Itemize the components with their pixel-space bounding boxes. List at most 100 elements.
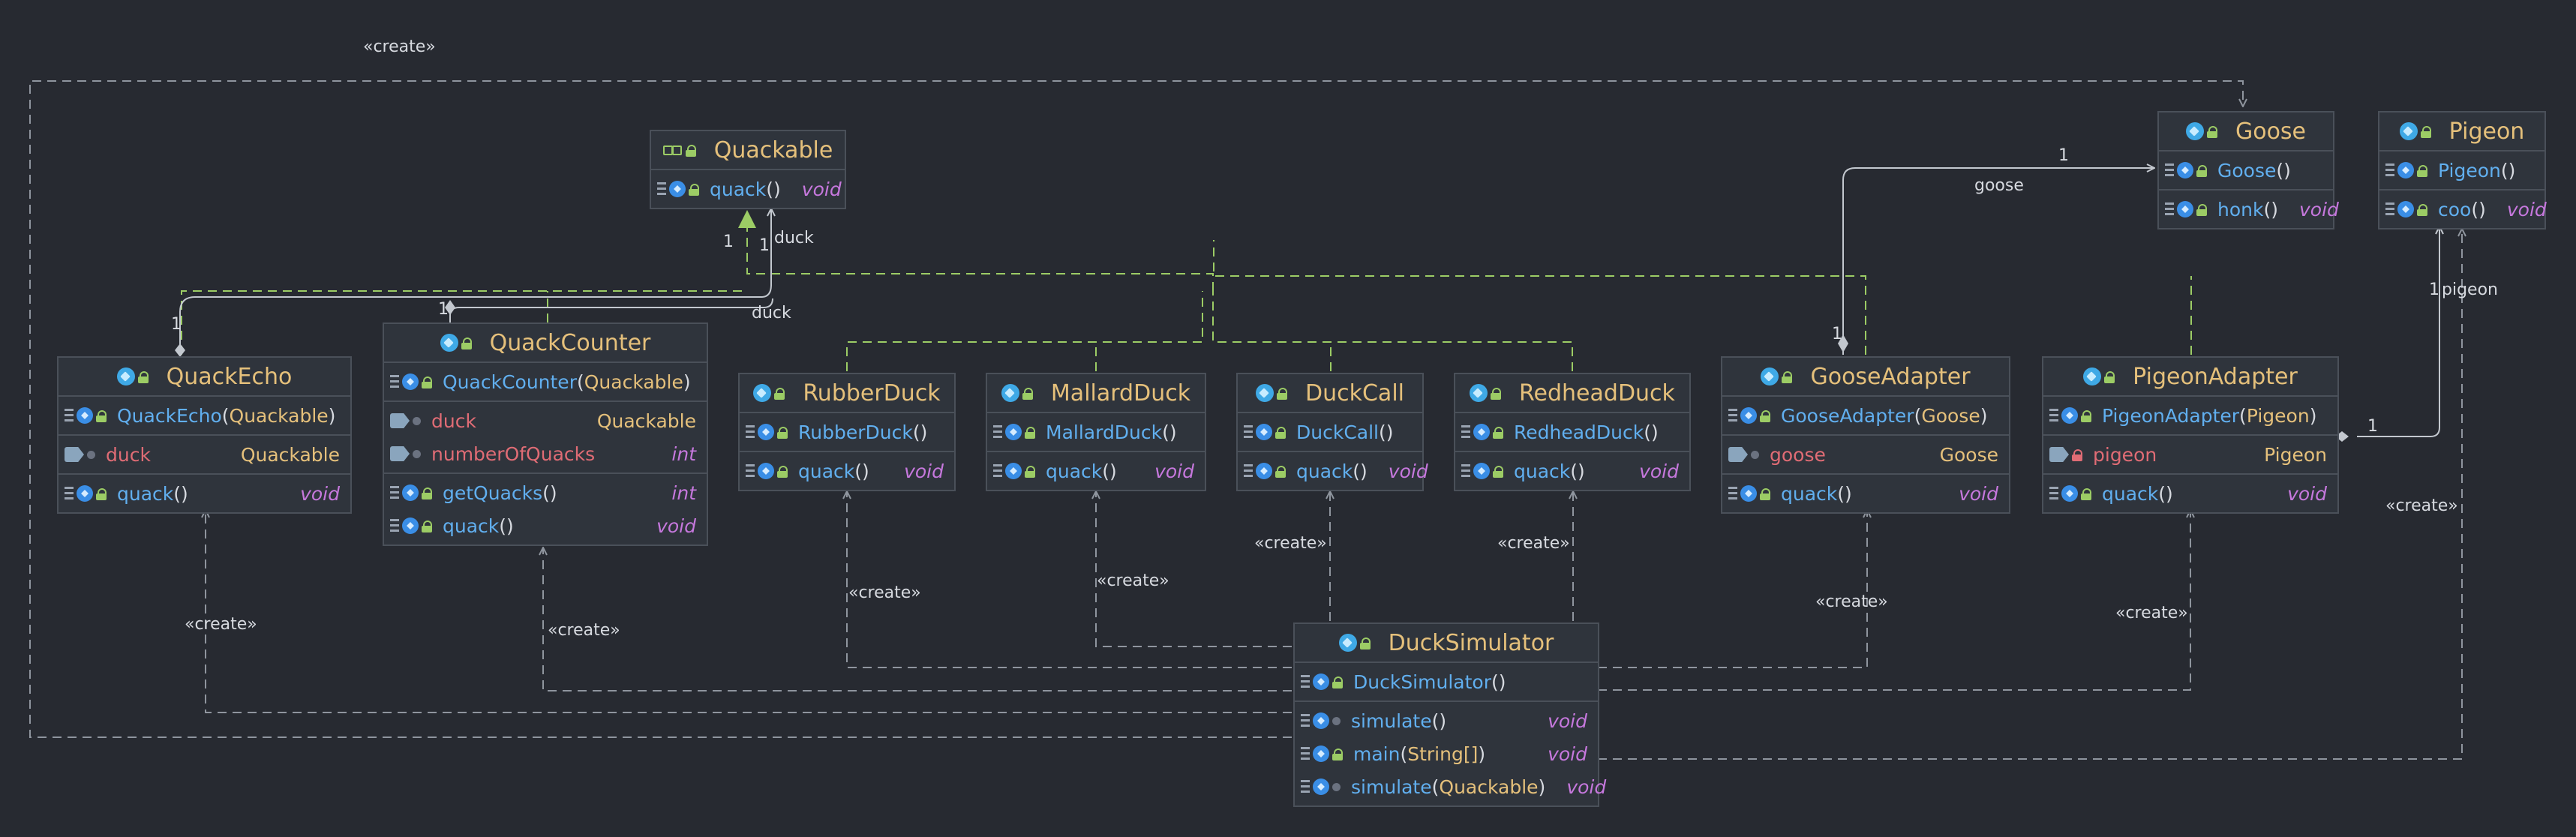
class-goose[interactable]: Goose Goose() honk() void bbox=[2157, 111, 2339, 230]
multiplicity-1-d: 1 bbox=[438, 300, 449, 319]
public-lock-icon bbox=[777, 426, 788, 439]
method-row[interactable]: main(String[]) void bbox=[1295, 737, 1598, 770]
method-row[interactable]: quack() void bbox=[740, 454, 954, 488]
method-icon bbox=[1256, 463, 1272, 479]
method-row[interactable]: quack() void bbox=[2043, 477, 2337, 510]
method-icon bbox=[2397, 201, 2414, 218]
class-name: QuackEcho bbox=[166, 363, 293, 390]
constructor-row[interactable]: RubberDuck() bbox=[740, 416, 954, 448]
public-lock-icon bbox=[774, 387, 785, 400]
class-ducksimulator[interactable]: DuckSimulator DuckSimulator() simulate()… bbox=[1293, 622, 1606, 807]
method-row[interactable]: quack() void bbox=[1455, 454, 1689, 488]
class-mallardduck[interactable]: MallardDuck MallardDuck() quack() void bbox=[986, 373, 1206, 491]
method-row[interactable]: quack() void bbox=[59, 477, 350, 510]
constructor-icon bbox=[1728, 409, 1737, 422]
constructor-row[interactable]: MallardDuck() bbox=[987, 416, 1205, 448]
constructor-row[interactable]: Goose() bbox=[2159, 154, 2333, 187]
field-type: Quackable bbox=[596, 410, 696, 432]
constructor-icon bbox=[993, 425, 1002, 439]
class-redheadduck[interactable]: RedheadDuck RedheadDuck() quack() void bbox=[1454, 373, 1691, 491]
method-icon bbox=[2061, 407, 2078, 424]
return-type: void bbox=[1566, 776, 1607, 798]
return-type: void bbox=[1639, 460, 1679, 482]
method-icon bbox=[1473, 424, 1490, 440]
public-lock-icon bbox=[1022, 387, 1033, 400]
class-header: DuckSimulator bbox=[1295, 624, 1598, 663]
field-row[interactable]: numberOfQuacks int bbox=[384, 437, 707, 470]
package-private-icon bbox=[413, 416, 421, 425]
create-label-mallardduck: «create» bbox=[1097, 572, 1169, 590]
class-header: Quackable bbox=[651, 131, 845, 170]
create-label-rubberduck: «create» bbox=[848, 584, 921, 602]
public-lock-icon bbox=[1493, 465, 1503, 478]
class-quackcounter[interactable]: QuackCounter QuackCounter(Quackable) duc… bbox=[383, 322, 708, 546]
method-row[interactable]: coo() void bbox=[2379, 193, 2547, 226]
class-rubberduck[interactable]: RubberDuck RubberDuck() quack() void bbox=[738, 373, 956, 491]
class-header: QuackEcho bbox=[59, 358, 350, 397]
constructor-row[interactable]: PigeonAdapter(Pigeon) bbox=[2043, 399, 2337, 432]
class-gooseadapter[interactable]: GooseAdapter GooseAdapter(Goose) goose G… bbox=[1721, 356, 2010, 514]
method-icon bbox=[2397, 162, 2414, 178]
constructor-name: MallardDuck bbox=[1046, 421, 1163, 443]
package-private-icon bbox=[1751, 450, 1759, 459]
param-type: Quackable bbox=[1439, 776, 1539, 798]
constructor-icon bbox=[1244, 425, 1253, 439]
public-lock-icon bbox=[2417, 203, 2427, 216]
return-type: void bbox=[1959, 482, 1998, 505]
public-lock-icon bbox=[2081, 410, 2091, 422]
method-kind-icon bbox=[1461, 464, 1470, 478]
method-row[interactable]: getQuacks() int bbox=[384, 476, 707, 509]
method-row[interactable]: quack() void bbox=[987, 454, 1205, 488]
method-row[interactable]: honk() void bbox=[2159, 193, 2339, 226]
method-row[interactable]: quack() void bbox=[651, 172, 845, 206]
class-quackecho[interactable]: QuackEcho QuackEcho(Quackable) duck Quac… bbox=[57, 356, 352, 514]
method-icon bbox=[669, 181, 686, 197]
class-quackable[interactable]: Quackable quack() void bbox=[650, 130, 846, 209]
constructor-row[interactable]: QuackEcho(Quackable) bbox=[59, 399, 350, 432]
constructor-row[interactable]: DuckCall() bbox=[1238, 416, 1422, 448]
class-icon bbox=[1338, 634, 1357, 652]
field-icon bbox=[390, 413, 410, 428]
class-name: DuckSimulator bbox=[1388, 629, 1554, 656]
method-row[interactable]: quack() void bbox=[1722, 477, 2009, 510]
public-lock-icon bbox=[1275, 426, 1286, 439]
return-type: void bbox=[2298, 198, 2339, 220]
create-label-duckcall: «create» bbox=[1254, 534, 1327, 553]
create-label-pigeonadapter: «create» bbox=[2115, 604, 2188, 622]
multiplicity-1-e: 1 bbox=[2058, 146, 2069, 165]
constructor-row[interactable]: GooseAdapter(Goose) bbox=[1722, 399, 2009, 432]
method-row[interactable]: quack() void bbox=[1238, 454, 1428, 488]
field-row[interactable]: pigeon Pigeon bbox=[2043, 438, 2337, 471]
field-type: int bbox=[671, 442, 696, 465]
method-kind-icon bbox=[993, 464, 1002, 478]
constructor-row[interactable]: DuckSimulator() bbox=[1295, 665, 1598, 698]
class-pigeon[interactable]: Pigeon Pigeon() coo() void bbox=[2378, 111, 2547, 230]
public-lock-icon bbox=[422, 520, 432, 532]
class-name: DuckCall bbox=[1305, 380, 1404, 406]
param-type: Quackable bbox=[229, 404, 329, 427]
create-label-top: «create» bbox=[363, 38, 436, 56]
field-type: Pigeon bbox=[2264, 443, 2327, 466]
method-icon bbox=[402, 374, 419, 390]
public-lock-icon bbox=[1332, 676, 1343, 688]
field-row[interactable]: duck Quackable bbox=[384, 404, 707, 437]
method-row[interactable]: quack() void bbox=[384, 509, 707, 542]
field-row[interactable]: duck Quackable bbox=[59, 438, 350, 471]
field-icon bbox=[390, 446, 410, 461]
method-name: quack bbox=[2102, 482, 2159, 505]
constructor-row[interactable]: Pigeon() bbox=[2379, 154, 2544, 187]
method-icon bbox=[77, 485, 93, 502]
field-row[interactable]: goose Goose bbox=[1722, 438, 2009, 471]
multiplicity-1-c: 1 bbox=[171, 315, 182, 334]
public-lock-icon bbox=[1025, 465, 1035, 478]
public-lock-icon bbox=[96, 410, 107, 422]
constructor-name: RedheadDuck bbox=[1514, 421, 1644, 443]
method-name: quack bbox=[1514, 460, 1571, 482]
method-row[interactable]: simulate() void bbox=[1295, 704, 1598, 737]
class-duckcall[interactable]: DuckCall DuckCall() quack() void bbox=[1236, 373, 1428, 491]
package-private-icon bbox=[1332, 716, 1341, 725]
class-pigeonadapter[interactable]: PigeonAdapter PigeonAdapter(Pigeon) pige… bbox=[2042, 356, 2339, 514]
constructor-row[interactable]: QuackCounter(Quackable) bbox=[384, 365, 707, 398]
constructor-row[interactable]: RedheadDuck() bbox=[1455, 416, 1689, 448]
method-row[interactable]: simulate(Quackable) void bbox=[1295, 770, 1606, 803]
